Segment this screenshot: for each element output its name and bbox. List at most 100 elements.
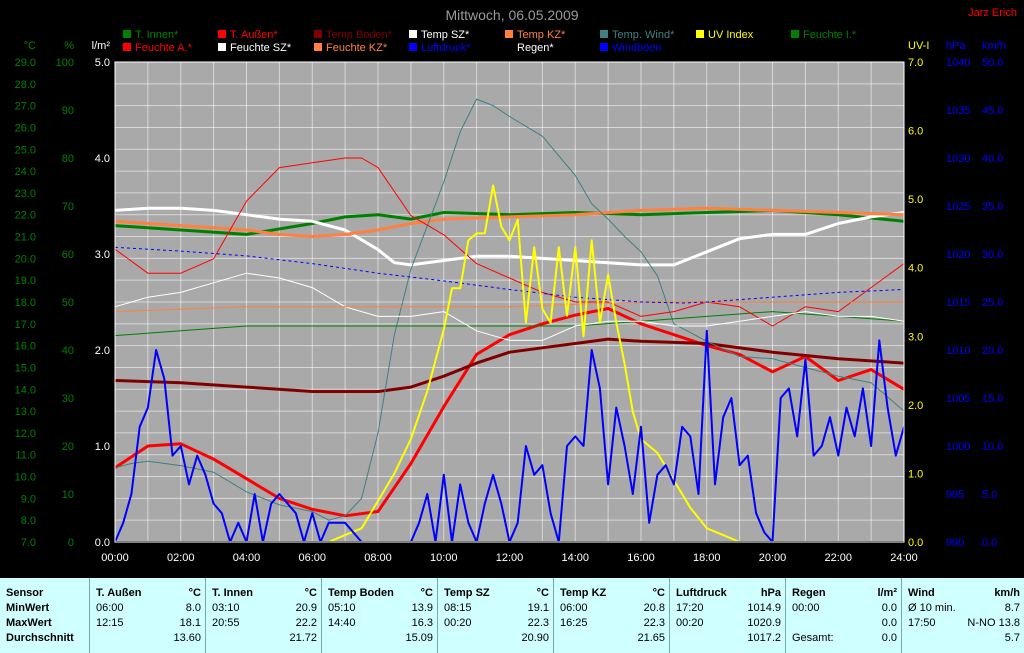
stats-column-name: Temp KZ (560, 587, 607, 599)
legend-swatch (600, 43, 608, 51)
rain-axis-tick: 3.0 (95, 249, 110, 261)
stats-column-name: Regen (792, 587, 826, 599)
uv-axis-tick: 5.0 (908, 194, 923, 206)
pressure-axis-tick: 1025 (946, 201, 970, 213)
x-axis-tick: 04:00 (233, 552, 261, 564)
uv-axis-tick: 0.0 (908, 537, 923, 549)
humidity-axis-tick: 20 (62, 441, 74, 453)
rain-axis-tick: 5.0 (95, 57, 110, 69)
chart-title: Mittwoch, 06.05.2009 (445, 7, 578, 23)
stats-column-unit: °C (188, 587, 201, 599)
pressure-axis-tick: 1040 (946, 57, 970, 69)
stats-avg-label: Durchschnitt (6, 632, 74, 644)
stats-min-time: 03:10 (212, 602, 240, 614)
legend-label: Temp KZ* (517, 29, 566, 41)
legend-label: Feuchte KZ* (326, 42, 388, 54)
legend-label: Temp SZ* (421, 29, 470, 41)
wind-axis-tick: 10.0 (982, 441, 1003, 453)
pressure-axis-tick: 1020 (946, 249, 970, 261)
temp-axis-tick: 8.0 (21, 515, 36, 527)
legend-swatch (696, 30, 704, 38)
stats-sensor-column: Sensor MinWert MaxWert Durchschnitt (0, 578, 90, 653)
stats-column-0: T. Außen °C 06:00 8.0 12:15 18.1 13.60 (90, 578, 206, 653)
stats-sensor-header: Sensor (6, 587, 44, 599)
humidity-axis-tick: 90 (62, 105, 74, 117)
temp-axis-tick: 17.0 (15, 319, 36, 331)
stats-column-name: Temp SZ (444, 587, 490, 599)
stats-min-value: 1014.9 (747, 602, 781, 614)
temp-axis-tick: 18.0 (15, 297, 36, 309)
temp-axis-tick: 29.0 (15, 57, 36, 69)
humidity-axis-tick: 100 (56, 57, 74, 69)
stats-column-5: Luftdruck hPa 17:20 1014.9 00:20 1020.9 1017.2 (670, 578, 786, 653)
temp-axis-tick: 21.0 (15, 232, 36, 244)
stats-avg-value: 21.72 (289, 632, 317, 644)
x-axis-tick: 10:00 (430, 552, 458, 564)
temp-axis-tick: 28.0 (15, 79, 36, 91)
stats-max-label: MaxWert (6, 617, 52, 629)
temp-axis-tick: 23.0 (15, 188, 36, 200)
uv-axis-unit: UV-I (908, 40, 929, 52)
x-axis-tick: 00:00 (101, 552, 129, 564)
stats-max-time: 00:20 (676, 617, 704, 629)
stats-column-2: Temp Boden °C 05:10 13.9 14:40 16.3 15.09 (322, 578, 438, 653)
legend-swatch (218, 43, 226, 51)
stats-max-time: 17:50 (908, 617, 936, 629)
x-axis-tick: 06:00 (298, 552, 326, 564)
stats-max-time: 16:25 (560, 617, 588, 629)
stats-max-value: 0.0 (881, 617, 897, 629)
stats-column-unit: l/m² (877, 587, 897, 599)
stats-min-time: 00:00 (792, 602, 820, 614)
x-axis-tick: 18:00 (693, 552, 721, 564)
stats-min-time: 06:00 (96, 602, 124, 614)
wind-axis-tick: 5.0 (982, 489, 997, 501)
uv-axis-tick: 2.0 (908, 400, 923, 412)
temp-axis-tick: 12.0 (15, 428, 36, 440)
stats-avg-value: 21.65 (637, 632, 665, 644)
stats-column-name: T. Außen (96, 587, 142, 599)
stats-min-time: Ø 10 min. (908, 602, 956, 614)
stats-max-time: 00:20 (444, 617, 472, 629)
legend-swatch (123, 30, 131, 38)
legend-label: T. Außen* (230, 29, 278, 41)
temp-axis-tick: 13.0 (15, 406, 36, 418)
legend-label: UV Index (708, 29, 754, 41)
rain-axis-tick: 2.0 (95, 345, 110, 357)
pressure-axis-tick: 995 (946, 489, 964, 501)
wind-axis-tick: 40.0 (982, 153, 1003, 165)
legend-label: Luftdruck* (421, 42, 471, 54)
stats-column-unit: hPa (760, 587, 781, 599)
stats-column-unit: °C (420, 587, 433, 599)
stats-min-value: 0.0 (881, 602, 897, 614)
stats-min-value: 19.1 (527, 602, 549, 614)
temp-axis-tick: 20.0 (15, 253, 36, 265)
x-axis-tick: 08:00 (364, 552, 392, 564)
legend-label: Regen* (517, 42, 554, 54)
pressure-axis-tick: 1000 (946, 441, 970, 453)
temp-axis-tick: 15.0 (15, 362, 36, 374)
wind-axis-unit: km/h (982, 40, 1006, 52)
x-axis-tick: 16:00 (627, 552, 655, 564)
stats-column-unit: km/h (994, 587, 1020, 599)
legend-label: Feuchte A.* (135, 42, 193, 54)
wind-axis-tick: 50.0 (982, 57, 1003, 69)
wind-axis-tick: 15.0 (982, 393, 1003, 405)
pressure-axis-tick: 1010 (946, 345, 970, 357)
humidity-axis-unit: % (64, 40, 74, 52)
wind-axis-tick: 25.0 (982, 297, 1003, 309)
wind-axis-tick: 0.0 (982, 537, 997, 549)
x-axis-tick: 12:00 (496, 552, 524, 564)
weather-chart: 7.0 8.0 9.0 10.0 11.0 12.0 13.0 14.0 15.0 16.0 17.… (0, 0, 1024, 578)
humidity-axis-tick: 50 (62, 297, 74, 309)
temp-axis-tick: 7.0 (21, 537, 36, 549)
stats-column-name: T. Innen (212, 587, 253, 599)
legend-label: Windböen (612, 42, 662, 54)
stats-max-value: 22.3 (527, 617, 549, 629)
stats-max-value: N-NO 13.8 (967, 617, 1020, 629)
rain-axis-tick: 0.0 (95, 537, 110, 549)
stats-column-6: Regen l/m² 00:00 0.0 0.0 Gesamt: 0.0 (786, 578, 902, 653)
humidity-axis-tick: 40 (62, 345, 74, 357)
humidity-axis-tick: 60 (62, 249, 74, 261)
legend-label: Temp. Wind* (612, 29, 675, 41)
stats-column-unit: °C (304, 587, 317, 599)
